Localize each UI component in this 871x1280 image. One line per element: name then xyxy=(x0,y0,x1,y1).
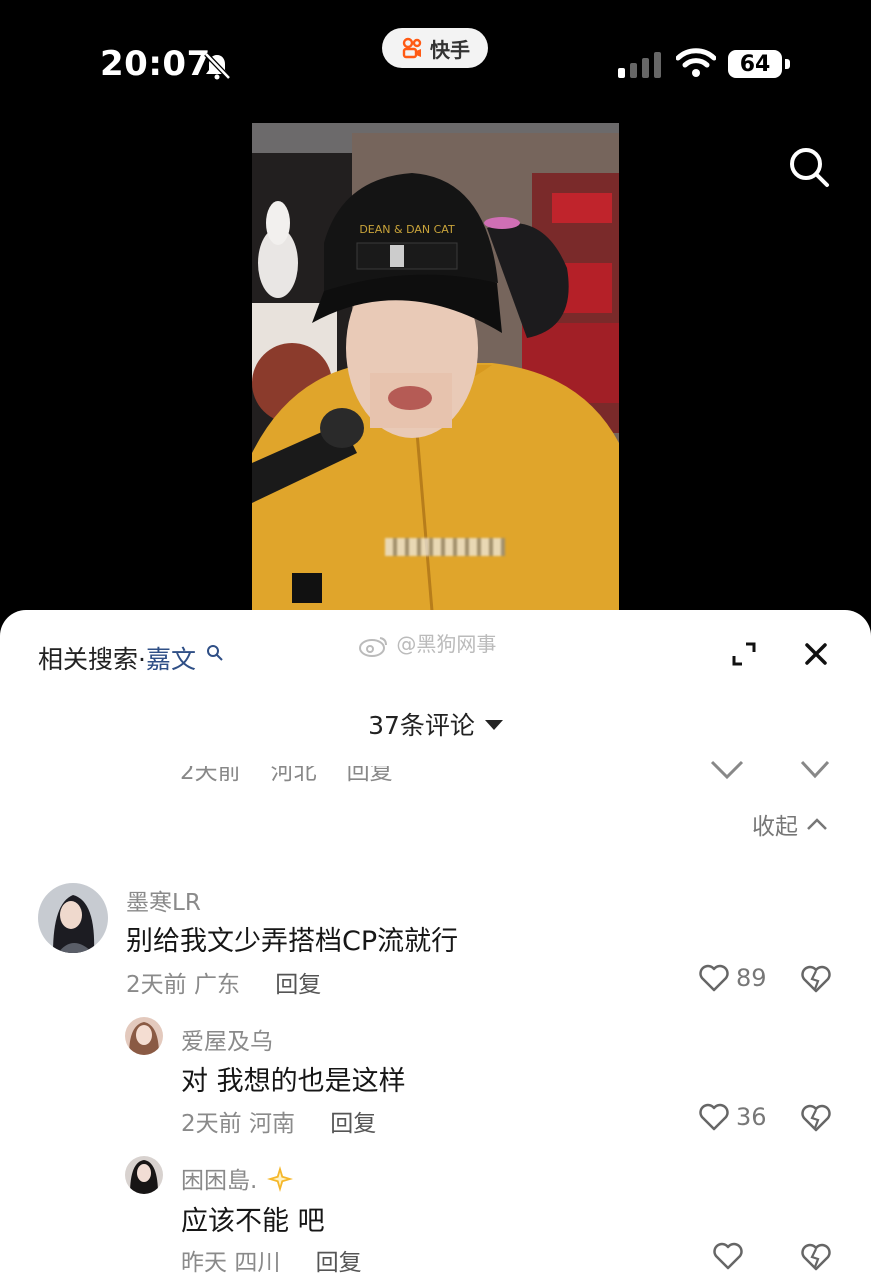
weibo-watermark-text: @黑狗网事 xyxy=(396,632,497,656)
comment-meta: 2天前 河南 回复 xyxy=(181,1104,376,1138)
battery-indicator: 64 xyxy=(728,50,782,78)
status-time: 20:07 xyxy=(100,44,211,84)
comment-region: 河南 xyxy=(248,1111,295,1137)
collapse-label: 收起 xyxy=(752,814,798,840)
weibo-logo-icon xyxy=(359,636,387,657)
comment-text: 对 我想的也是这样 xyxy=(181,1066,406,1097)
chevron-up-icon xyxy=(807,818,827,830)
comment-region: 四川 xyxy=(234,1250,281,1276)
kuaishou-logo-icon xyxy=(402,37,422,59)
collapse-replies-button[interactable]: 收起 xyxy=(752,807,828,841)
comment-username[interactable]: 爱屋及乌 xyxy=(181,1022,273,1056)
comment-text: 应该不能 吧 xyxy=(181,1206,325,1237)
like-button[interactable]: 89 xyxy=(698,962,767,994)
comment-time: 2天前 xyxy=(126,972,187,998)
comment-meta: 2天前 广东 回复 xyxy=(126,965,321,999)
caret-down-icon xyxy=(484,720,503,730)
heart-icon xyxy=(699,1103,729,1131)
avatar-image xyxy=(125,1156,163,1194)
reply-button[interactable]: 回复 xyxy=(330,1111,376,1137)
app-indicator-pill[interactable]: 快手 xyxy=(382,28,488,68)
like-button[interactable]: 36 xyxy=(698,1101,767,1133)
partially-hidden-reaction-icons xyxy=(710,760,830,780)
comment-username[interactable]: 困困島. xyxy=(181,1161,295,1195)
comment-text: 别给我文少弄搭档CP流就行 xyxy=(126,926,459,957)
comment-count-header[interactable]: 37条评论 xyxy=(0,706,871,742)
like-count: 36 xyxy=(736,1103,767,1131)
wifi-icon xyxy=(676,48,716,77)
small-search-icon xyxy=(206,645,223,661)
reply-button[interactable]: 回复 xyxy=(316,1250,362,1276)
comment-time: 2天前 xyxy=(181,1111,242,1137)
like-button[interactable] xyxy=(712,1240,750,1272)
related-search-keyword[interactable]: 嘉文 xyxy=(146,645,196,674)
partially-hidden-comment-meta: 2天前 河北 回复 xyxy=(180,759,423,786)
sparkle-star-icon xyxy=(266,1165,293,1192)
broken-heart-icon[interactable] xyxy=(800,963,832,995)
cellular-signal-icon xyxy=(618,52,661,78)
blurred-caption xyxy=(385,538,505,556)
broken-heart-icon[interactable] xyxy=(800,1241,832,1273)
avatar[interactable] xyxy=(125,1017,163,1055)
reply-button[interactable]: 回复 xyxy=(275,972,321,998)
close-icon[interactable] xyxy=(802,640,830,668)
related-search[interactable]: 相关搜索·嘉文 xyxy=(38,640,224,676)
avatar[interactable] xyxy=(38,883,108,953)
avatar[interactable] xyxy=(125,1156,163,1194)
heart-icon xyxy=(699,964,729,992)
avatar-image xyxy=(38,883,108,953)
like-count: 89 xyxy=(736,964,767,992)
silent-bell-icon xyxy=(204,52,231,80)
cut-time: 2天前 xyxy=(180,759,241,785)
comment-region: 广东 xyxy=(193,972,240,998)
related-search-label: 相关搜索· xyxy=(38,645,146,674)
cut-reply[interactable]: 回复 xyxy=(347,766,393,785)
search-icon[interactable] xyxy=(788,146,830,188)
heart-icon xyxy=(713,1242,743,1270)
avatar-image xyxy=(125,1017,163,1055)
comment-count: 37条评论 xyxy=(368,711,475,740)
broken-heart-icon[interactable] xyxy=(800,1102,832,1134)
expand-icon[interactable] xyxy=(730,640,758,668)
comment-meta: 昨天 四川 回复 xyxy=(181,1243,362,1277)
comment-sheet: 相关搜索·嘉文 @黑狗网事 37条评论 2天前 河北 回复 收起 墨寒LR 别给… xyxy=(0,610,871,1280)
comment-time: 昨天 xyxy=(181,1250,227,1276)
battery-nub xyxy=(785,59,790,69)
weibo-watermark: @黑狗网事 xyxy=(358,628,496,657)
svg-text:DEAN & DAN CAT: DEAN & DAN CAT xyxy=(359,223,455,236)
app-name: 快手 xyxy=(430,37,470,62)
cut-region: 河北 xyxy=(270,759,317,785)
comment-username-text: 困困島. xyxy=(181,1168,258,1194)
comment-username[interactable]: 墨寒LR xyxy=(126,883,201,917)
